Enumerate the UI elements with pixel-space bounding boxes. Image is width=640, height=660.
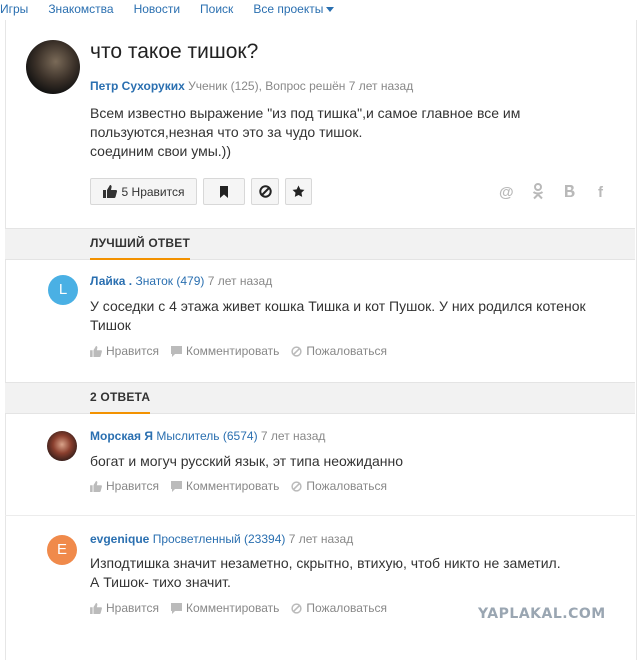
answer-2-time: 7 лет назад: [288, 532, 354, 546]
best-answer-actions: Нравится Комментировать Пожаловаться: [90, 344, 387, 358]
comment-action-label: Комментировать: [185, 479, 280, 493]
answer-2-rank: Просветленный (23394): [152, 532, 286, 546]
bookmark-button[interactable]: [203, 178, 245, 205]
best-answer-time: 7 лет назад: [207, 274, 273, 288]
watermark: YAPLAKAL.COM: [478, 606, 606, 622]
nav-search[interactable]: Поиск: [200, 2, 233, 16]
comment-icon: [170, 480, 182, 492]
best-answer-author[interactable]: Лайка .: [90, 274, 132, 288]
answers-header: 2 ОТВЕТА: [5, 382, 635, 414]
thumbs-up-icon: [90, 480, 102, 492]
best-answer-text: У соседки с 4 этажа живет кошка Тишка и …: [90, 298, 586, 333]
star-icon: [292, 185, 305, 197]
nav-news[interactable]: Новости: [134, 2, 180, 16]
best-answer-label: ЛУЧШИЙ ОТВЕТ: [90, 229, 191, 260]
comment-action-label: Комментировать: [185, 344, 280, 358]
like-action[interactable]: Нравится: [90, 601, 159, 615]
comment-action-label: Комментировать: [185, 601, 280, 615]
nav-all-projects[interactable]: Все проекты: [253, 2, 335, 16]
answer-2-actions: Нравится Комментировать Пожаловаться: [90, 601, 387, 615]
share-vk-icon[interactable]: [564, 184, 576, 202]
like-button-label: 5 Нравится: [121, 184, 185, 199]
question-title: что такое тишок?: [90, 40, 259, 63]
answer-1-rank: Мыслитель (6574): [156, 429, 258, 443]
comment-action[interactable]: Комментировать: [170, 479, 280, 493]
report-action-label: Пожаловаться: [306, 479, 387, 493]
like-action-label: Нравится: [106, 344, 159, 358]
share-email-icon[interactable]: @: [499, 184, 514, 201]
answer-1-time: 7 лет назад: [260, 429, 326, 443]
star-button[interactable]: [285, 178, 312, 205]
report-icon: [291, 345, 303, 357]
chevron-down-icon: [326, 7, 335, 13]
answers-count-label: 2 ОТВЕТА: [90, 383, 151, 414]
best-answer-avatar[interactable]: L: [48, 275, 78, 305]
answer-2-text: Изподтишка значит незаметно, скрытно, вт…: [90, 555, 561, 590]
best-answer-meta: Лайка . Знаток (479) 7 лет назад: [90, 274, 272, 288]
bookmark-icon: [220, 185, 228, 198]
comment-icon: [170, 602, 182, 614]
question-author-link[interactable]: Петр Сухоруких: [90, 79, 185, 93]
block-button[interactable]: [251, 178, 279, 205]
comment-action[interactable]: Комментировать: [170, 601, 280, 615]
comment-icon: [170, 345, 182, 357]
answer-1-actions: Нравится Комментировать Пожаловаться: [90, 479, 387, 493]
question-meta-text: Ученик (125), Вопрос решён 7 лет назад: [188, 79, 414, 93]
like-button[interactable]: 5 Нравится: [90, 178, 197, 205]
block-icon: [258, 185, 272, 198]
answer-2-author[interactable]: evgenique: [90, 532, 149, 546]
vk-icon: [565, 185, 575, 197]
report-icon: [291, 480, 303, 492]
nav-all-projects-label: Все проекты: [253, 2, 324, 16]
share-ok-icon[interactable]: [532, 183, 544, 204]
report-action[interactable]: Пожаловаться: [291, 344, 387, 358]
question-meta: Петр Сухоруких Ученик (125), Вопрос решё…: [90, 79, 413, 93]
comment-action[interactable]: Комментировать: [170, 344, 280, 358]
answer-2-meta: evgenique Просветленный (23394) 7 лет на…: [90, 532, 353, 546]
like-action-label: Нравится: [106, 601, 159, 615]
answer-1-author[interactable]: Морская Я: [90, 429, 153, 443]
report-action[interactable]: Пожаловаться: [291, 479, 387, 493]
answer-2-avatar[interactable]: E: [47, 535, 77, 565]
question-text: Всем известно выражение "из под тишка",и…: [90, 105, 521, 159]
thumbs-up-icon: [102, 185, 117, 198]
ok-icon: [532, 183, 544, 200]
like-action[interactable]: Нравится: [90, 479, 159, 493]
answer-1-meta: Морская Я Мыслитель (6574) 7 лет назад: [90, 429, 325, 443]
top-navigation: Игры Знакомства Новости Поиск Все проект…: [0, 0, 640, 18]
nav-dating[interactable]: Знакомства: [48, 2, 113, 16]
answer-1-avatar[interactable]: [47, 431, 77, 461]
best-answer-rank: Знаток (479): [135, 274, 205, 288]
report-icon: [291, 602, 303, 614]
best-answer-header: ЛУЧШИЙ ОТВЕТ: [5, 228, 635, 260]
nav-games[interactable]: Игры: [0, 2, 28, 16]
share-facebook-icon[interactable]: f: [598, 184, 603, 201]
thumbs-up-icon: [90, 345, 102, 357]
report-action[interactable]: Пожаловаться: [291, 601, 387, 615]
report-action-label: Пожаловаться: [306, 344, 387, 358]
thumbs-up-icon: [90, 602, 102, 614]
answer-divider: [5, 515, 635, 516]
report-action-label: Пожаловаться: [306, 601, 387, 615]
answer-1-text: богат и могуч русский язык, эт типа неож…: [90, 453, 404, 469]
like-action-label: Нравится: [106, 479, 159, 493]
question-author-avatar[interactable]: [26, 40, 80, 94]
like-action[interactable]: Нравится: [90, 344, 159, 358]
